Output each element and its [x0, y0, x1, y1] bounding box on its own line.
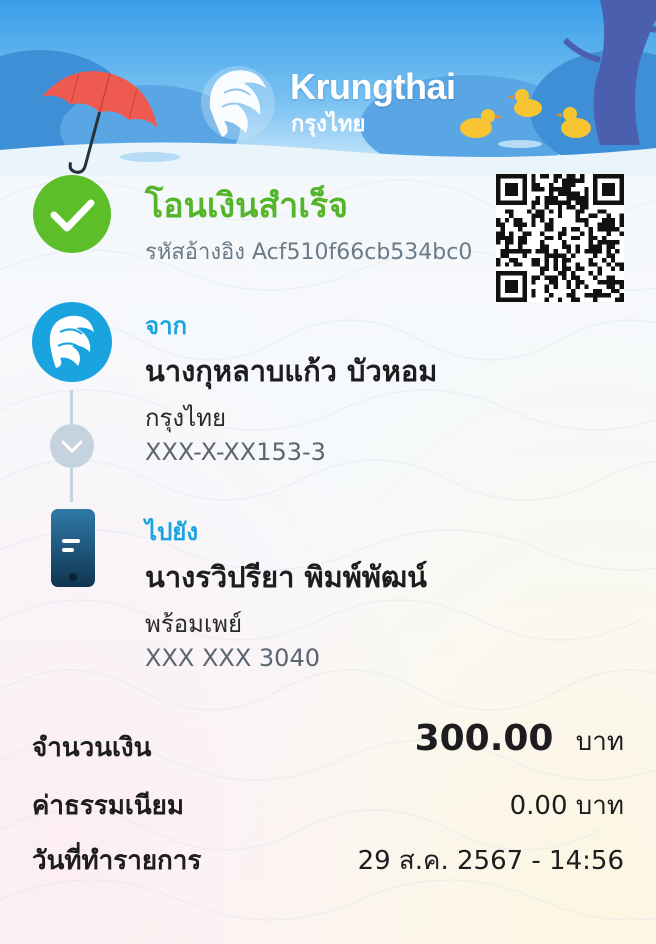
- date-label: วันที่ทำรายการ: [32, 846, 202, 876]
- check-icon: [33, 175, 111, 253]
- receiver-section-label: ไปยัง: [145, 518, 199, 546]
- sender-section-label: จาก: [145, 312, 188, 340]
- fee-value: 0.00 บาท: [509, 791, 624, 821]
- krungthai-bank-icon: [32, 302, 112, 382]
- mobile-phone-icon: [51, 509, 95, 587]
- receiver-bank: พร้อมเพย์: [145, 610, 243, 638]
- brand-name-th: กรุงไทย: [291, 112, 366, 137]
- receiver-name: นางรวิปรียา พิมพ์พัฒน์: [145, 560, 427, 594]
- header-banner: Krungthai กรุงไทย: [0, 0, 656, 175]
- amount-value: 300.00: [414, 718, 554, 759]
- sender-account: XXX-X-XX153-3: [145, 438, 326, 466]
- transfer-status-title: โอนเงินสำเร็จ: [145, 186, 349, 226]
- date-value: 29 ส.ค. 2567 - 14:56: [357, 846, 624, 876]
- krungthai-logo-icon: [201, 66, 275, 140]
- amount-value-group: 300.00 บาท: [415, 718, 624, 762]
- connector-line-top: [70, 390, 73, 424]
- sender-name: นางกุหลาบแก้ว บัวหอม: [145, 354, 438, 388]
- amount-unit: บาท: [575, 727, 624, 757]
- receiver-account: XXX XXX 3040: [145, 644, 320, 672]
- brand-name-en: Krungthai: [290, 66, 456, 107]
- amount-label: จำนวนเงิน: [32, 733, 152, 763]
- fee-label: ค่าธรรมเนียม: [32, 791, 184, 821]
- chevron-down-icon: [50, 424, 94, 468]
- connector-line-bottom: [70, 468, 73, 502]
- sender-bank: กรุงไทย: [145, 404, 227, 432]
- reference-code: รหัสอ้างอิง Acf510f66cb534bc0: [145, 240, 473, 265]
- qr-code-icon[interactable]: [496, 174, 624, 302]
